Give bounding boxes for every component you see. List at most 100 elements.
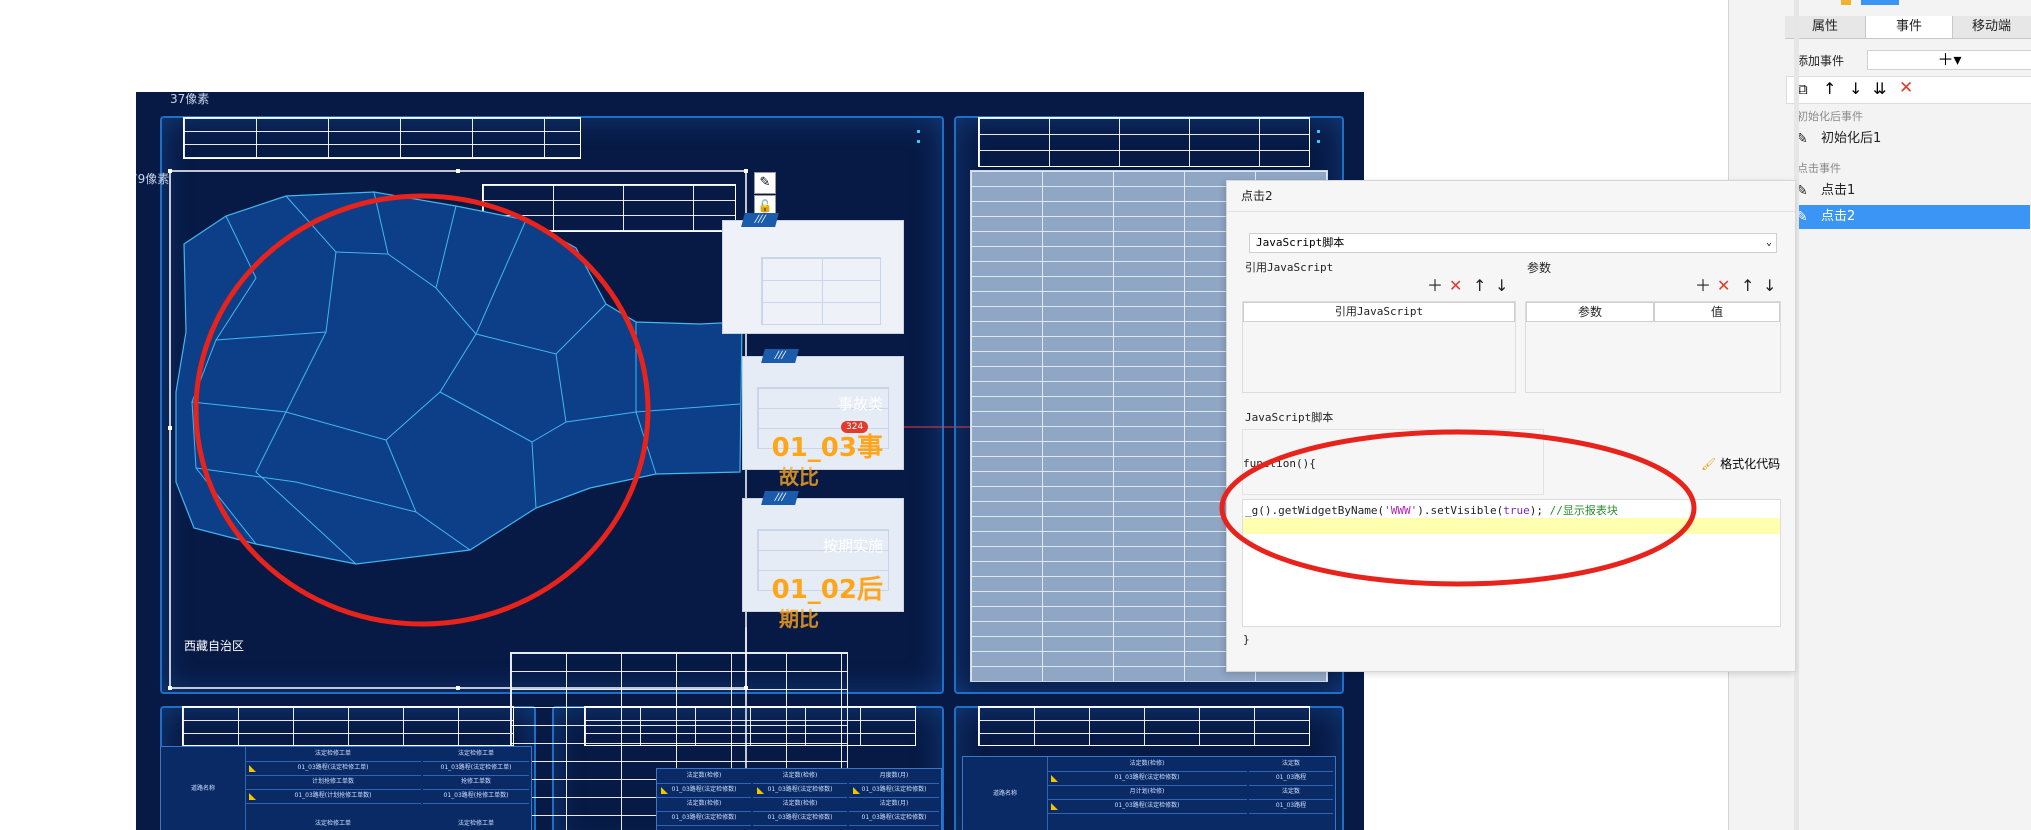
highlight-circle-code	[1219, 429, 1697, 587]
selection-handle-tr	[744, 169, 748, 173]
col-ref-js: 引用JavaScript	[1243, 302, 1515, 322]
bottom-right-table: 道路名称 法定数(检修) 01_03路程(法定检修数) 月计划(检修) 01_0…	[962, 756, 1336, 830]
bottom-left-side-label: 道路名称	[161, 747, 246, 830]
bm-mrow-0: 法定数(检修)	[753, 769, 847, 784]
delete-ref-js-icon[interactable]: ✕	[1449, 277, 1462, 295]
br-rrow-3: 01_03路程	[1249, 799, 1333, 814]
param-list[interactable]: 参数 值	[1525, 301, 1781, 393]
card-3-title: 按期实施	[822, 537, 883, 555]
br-flag-1	[1051, 775, 1058, 782]
card-1-table	[761, 257, 881, 325]
script-type-select[interactable]: JavaScript脚本 ⌄	[1249, 233, 1777, 253]
bm-rrow-3: 01_03路程(法定检修数)	[849, 811, 939, 826]
panel-dot-2	[917, 140, 920, 143]
bm-rrow-0: 月度数(月)	[849, 769, 939, 784]
add-event-dropdown[interactable]: ＋▾	[1867, 50, 2031, 70]
card-2-tab-icon: ///	[761, 349, 799, 363]
br-row-2: 月计划(检修)	[1047, 785, 1247, 800]
event-item-click2[interactable]: ✎ 点击2	[1786, 205, 2030, 229]
edit-icon[interactable]: ✎	[754, 172, 776, 194]
selection-handle-bl	[168, 686, 172, 690]
map-region-shape	[175, 191, 743, 565]
card-3-value-2: 期比	[779, 607, 819, 631]
plus-dropdown-icon: ＋▾	[1937, 50, 1962, 69]
ref-js-label: 引用JavaScript	[1245, 261, 1334, 274]
move-down-param-icon[interactable]: ↓	[1763, 277, 1776, 295]
bm-rrow-2: 法定数(月)	[849, 797, 939, 812]
arrow-down-icon[interactable]: ↓	[1849, 79, 1862, 98]
dialog-divider	[1227, 211, 1795, 212]
bm-row-3: 01_03路程(法定检修数)	[657, 811, 751, 826]
move-bottom-icon[interactable]: ⇊	[1873, 79, 1886, 98]
bm-row-1: 01_03路程(法定检修数)	[657, 783, 751, 798]
chevron-down-icon: ⌄	[1765, 237, 1772, 248]
selection-handle-tm	[456, 169, 460, 173]
bl-row-3: 01_03路程(计划抢修工单数)	[245, 789, 421, 804]
add-param-icon[interactable]: ＋	[1695, 277, 1711, 295]
event-item-init1[interactable]: ✎ 初始化后1	[1786, 127, 2030, 151]
move-up-ref-js-icon[interactable]: ↑	[1473, 277, 1486, 295]
bm-mrow-3: 01_03路程(法定检修数)	[753, 811, 847, 826]
event-item-click2-label: 点击2	[1821, 209, 1856, 224]
bottom-left-table: 道路名称 法定检修工单 01_03路程(法定检修工单) 计划抢修工单数 01_0…	[160, 746, 532, 830]
bl-rrow-2: 抢修工单数	[423, 775, 529, 790]
card-2-value: 01_03事	[771, 433, 883, 463]
top-mini-icon	[1841, 0, 1851, 5]
event-item-click1[interactable]: ✎ 点击1	[1786, 179, 2030, 203]
tab-events[interactable]: 事件	[1865, 16, 1953, 38]
br-rrow-2: 法定数	[1249, 785, 1333, 800]
ref-js-list[interactable]: 引用JavaScript	[1242, 301, 1516, 393]
bl-rrow-4: 法定检修工单	[423, 817, 529, 830]
card-1[interactable]: ///	[722, 213, 904, 334]
format-code-label: 格式化代码	[1720, 457, 1781, 471]
panel-tabs: 属性 事件 移动端	[1785, 16, 2031, 39]
col-param: 参数	[1526, 302, 1654, 322]
selection-handle-bm	[456, 686, 460, 690]
br-rrow-0: 法定数	[1249, 757, 1333, 772]
bl-row-2: 计划抢修工单数	[245, 775, 421, 790]
badge-count: 324	[841, 421, 869, 433]
map-region-label: 西藏自治区	[184, 639, 245, 653]
br-row-0: 法定数(检修)	[1047, 757, 1247, 772]
move-down-ref-js-icon[interactable]: ↓	[1495, 277, 1508, 295]
add-ref-js-icon[interactable]: ＋	[1427, 277, 1443, 295]
dashboard-canvas[interactable]: 37像素 79像素 西藏自治区 ✎ 🔓	[136, 92, 1364, 830]
bottom-right-side-label: 道路名称	[963, 757, 1048, 830]
tab-mobile[interactable]: 移动端	[1951, 16, 2031, 38]
bm-mrow-1: 01_03路程(法定检修数)	[753, 783, 847, 798]
delete-icon[interactable]: ✕	[1899, 78, 1913, 98]
delete-param-icon[interactable]: ✕	[1717, 277, 1730, 295]
bm-flag-3	[853, 787, 860, 794]
arrow-up-icon[interactable]: ↑	[1823, 79, 1836, 98]
bottom-left-header	[182, 706, 514, 746]
col-value: 值	[1654, 302, 1780, 322]
br-flag-2	[1051, 803, 1058, 810]
move-up-param-icon[interactable]: ↑	[1741, 277, 1754, 295]
event-item-click1-label: 点击1	[1821, 183, 1856, 198]
bm-rrow-1: 01_03路程(法定检修数)	[849, 783, 939, 798]
bl-rrow-0: 法定检修工单	[423, 747, 529, 762]
dialog-title: 点击2	[1241, 189, 1273, 203]
top-mini-tab	[1861, 0, 1899, 5]
bl-flag-2	[249, 793, 256, 800]
params-label: 参数	[1527, 261, 1552, 275]
panel-dot-3	[1317, 130, 1320, 133]
panel-dot-1	[917, 130, 920, 133]
bl-row-1: 01_03路程(法定检修工单)	[245, 761, 421, 776]
card-3-value: 01_02后	[771, 575, 883, 605]
left-pixel-label: 79像素	[136, 172, 170, 186]
card-3[interactable]: /// 按期实施 01_02后 期比	[742, 491, 904, 631]
event-toolbar: ⧉ ↑ ↓ ⇊ ✕	[1786, 76, 2031, 104]
bl-row-4: 法定检修工单	[245, 817, 421, 830]
script-type-value: JavaScript脚本	[1256, 236, 1345, 249]
format-code-button[interactable]: 🖌 格式化代码	[1701, 455, 1780, 472]
event-item-init1-label: 初始化后1	[1821, 131, 1882, 146]
add-event-label: 添加事件	[1796, 54, 1845, 68]
br-row-1: 01_03路程(法定检修数)	[1047, 771, 1247, 786]
bl-rrow-3: 01_03路程(抢修工单数)	[423, 789, 529, 804]
highlight-circle-code-svg	[1219, 429, 1697, 587]
bottom-right-header	[978, 706, 1310, 746]
section-init-events: 初始化后事件	[1797, 110, 1863, 123]
card-2[interactable]: /// 事故类 01_03事 故比 324	[742, 349, 904, 489]
bl-rrow-1: 01_03路程(法定检修工单)	[423, 761, 529, 776]
